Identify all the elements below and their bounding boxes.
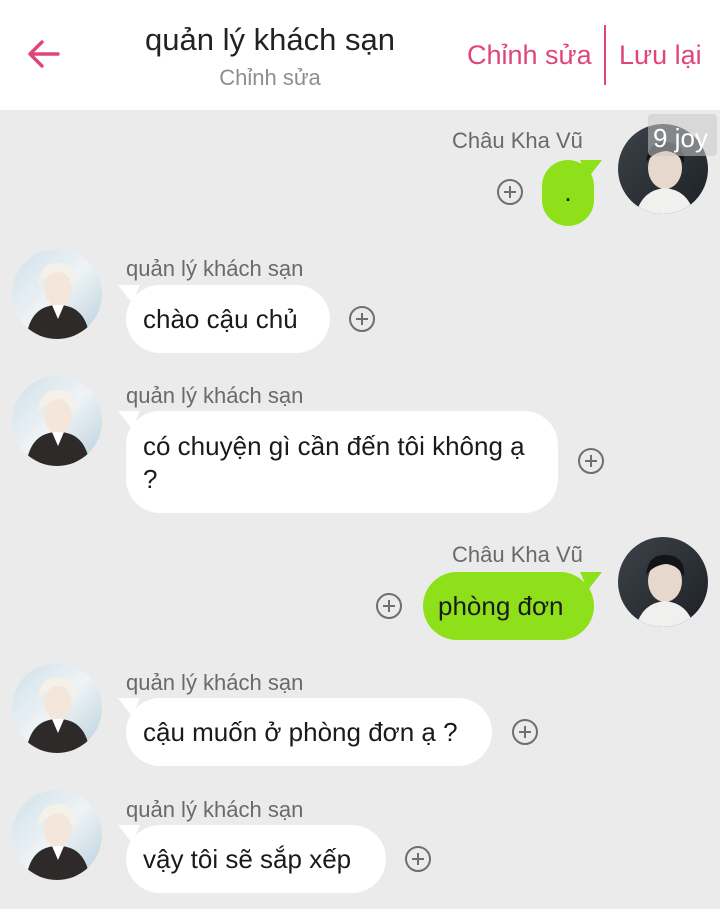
message-text: chào cậu chủ	[143, 304, 298, 334]
chat-title: quản lý khách sạn	[145, 22, 395, 57]
sender-name: quản lý khách sạn	[126, 383, 304, 408]
avatar-hotel-manager[interactable]	[12, 790, 102, 880]
avatar-chau-kha-vu[interactable]	[618, 537, 708, 627]
bubble-tail	[118, 285, 140, 303]
sender-name: quản lý khách sạn	[126, 256, 304, 281]
joy-badge-text: 9 joy	[653, 123, 708, 153]
bubble-tail	[580, 572, 602, 590]
avatar-hotel-manager[interactable]	[12, 663, 102, 753]
save-button[interactable]: Lưu lại	[619, 40, 702, 71]
add-icon[interactable]	[375, 592, 403, 620]
message-text: phòng đơn	[438, 591, 564, 621]
sender-name: Châu Kha Vũ	[452, 542, 583, 567]
add-icon[interactable]	[496, 178, 524, 206]
add-icon[interactable]	[348, 305, 376, 333]
header-divider	[604, 25, 606, 85]
sender-name: Châu Kha Vũ	[452, 128, 583, 153]
add-icon[interactable]	[404, 845, 432, 873]
message-text: .	[564, 177, 572, 207]
message-bubble[interactable]: .	[542, 160, 602, 226]
add-icon[interactable]	[577, 447, 605, 475]
sender-name: quản lý khách sạn	[126, 797, 304, 822]
bubble-tail	[118, 825, 140, 843]
message-bubble[interactable]: vậy tôi sẽ sắp xếp	[118, 825, 386, 893]
message-bubble[interactable]: phòng đơn	[423, 572, 602, 640]
message-bubble[interactable]: có chuyện gì cần đến tôi không ạ ?	[118, 411, 558, 513]
avatar-hotel-manager[interactable]	[12, 249, 102, 339]
avatar-hotel-manager[interactable]	[12, 376, 102, 466]
message-bubble[interactable]: cậu muốn ở phòng đơn ạ ?	[118, 698, 492, 766]
message-text: có chuyện gì cần đến tôi không ạ ?	[143, 431, 525, 494]
message-bubble[interactable]: chào cậu chủ	[118, 285, 330, 353]
chat-subtitle: Chỉnh sửa	[219, 65, 321, 90]
bubble-tail	[118, 698, 140, 716]
message-text: vậy tôi sẽ sắp xếp	[143, 844, 352, 874]
bubble-tail	[118, 411, 140, 429]
sender-name: quản lý khách sạn	[126, 670, 304, 695]
edit-button[interactable]: Chỉnh sửa	[467, 40, 592, 71]
message-text: cậu muốn ở phòng đơn ạ ?	[143, 717, 458, 747]
add-icon[interactable]	[511, 718, 539, 746]
app-header: quản lý khách sạn Chỉnh sửa Chỉnh sửa Lư…	[0, 0, 720, 110]
